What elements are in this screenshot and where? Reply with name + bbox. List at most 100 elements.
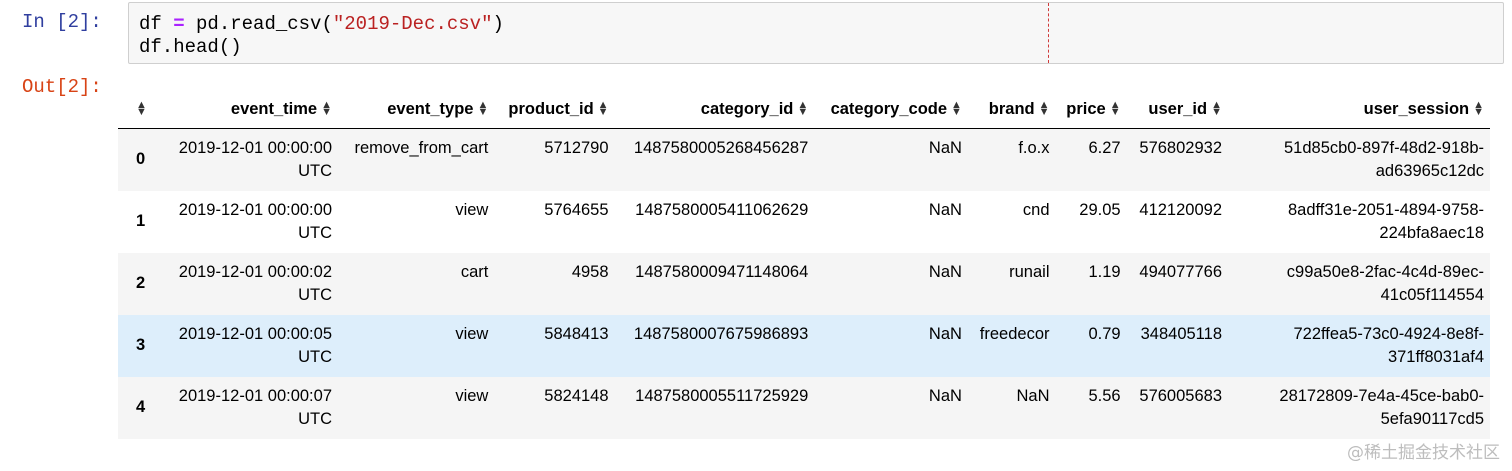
- cell-user-id: 412120092: [1139, 200, 1222, 219]
- cell-product-id: 5712790: [544, 139, 609, 157]
- cell-event-time: 2019-12-01 00:00:05 UTC: [178, 324, 332, 366]
- table-row: 1 2019-12-01 00:00:00 UTC view 5764655 1…: [118, 190, 1490, 253]
- cell-category-code: NaN: [928, 139, 962, 157]
- cell-user-session: c99a50e8-2fac-4c4d-89ec-41c05f114554: [1286, 262, 1484, 304]
- cell-price: 0.79: [1088, 324, 1121, 343]
- column-header-product-id[interactable]: product_id ▲ ▼: [494, 90, 615, 129]
- table-header: ▲ ▼ event_time ▲ ▼ event_type ▲ ▼ product_id ▲…: [118, 90, 1490, 129]
- column-header-label: price: [1066, 99, 1106, 118]
- cell-price: 1.19: [1088, 262, 1121, 281]
- cell-user-session: 8adff31e-2051-4894-9758-224bfa8aec18: [1287, 200, 1484, 242]
- sort-icon[interactable]: ▲ ▼: [1211, 100, 1222, 118]
- cell-category-id: 1487580005511725929: [635, 386, 809, 405]
- column-header-label: event_time: [230, 99, 318, 118]
- table-row: 0 2019-12-01 00:00:00 UTC remove_from_ca…: [118, 128, 1490, 191]
- line-length-ruler: [1048, 3, 1049, 63]
- cell-price: 29.05: [1079, 200, 1121, 219]
- row-index: 3: [136, 336, 146, 354]
- cell-event-time: 2019-12-01 00:00:07 UTC: [178, 386, 332, 428]
- column-header-label: user_id: [1148, 99, 1208, 118]
- column-header-price[interactable]: price ▲ ▼: [1055, 90, 1127, 129]
- code-token: df: [139, 13, 174, 35]
- cell-product-id: 5764655: [544, 200, 609, 219]
- output-prompt: Out[2]:: [22, 76, 102, 98]
- cell-product-id: 4958: [571, 262, 609, 281]
- column-header-label: user_session: [1363, 99, 1470, 118]
- cell-event-type: view: [455, 200, 489, 219]
- cell-event-time: 2019-12-01 00:00:00 UTC: [178, 200, 332, 242]
- code-line-1: df = pd.read_csv("2019-Dec.csv"): [139, 13, 504, 35]
- code-input-area[interactable]: df = pd.read_csv("2019-Dec.csv") df.head…: [128, 2, 1504, 64]
- cell-event-type: remove_from_cart: [354, 139, 489, 157]
- cell-category-code: NaN: [928, 386, 962, 405]
- column-header-event-time[interactable]: event_time ▲ ▼: [166, 90, 338, 129]
- sort-icon[interactable]: ▲ ▼: [477, 100, 488, 118]
- cell-product-id: 5824148: [544, 386, 609, 405]
- sort-icon[interactable]: ▲ ▼: [1473, 100, 1484, 118]
- cell-event-type: view: [455, 324, 489, 343]
- column-header-label: category_code: [830, 99, 948, 118]
- code-token: pd.read_csv(: [184, 13, 333, 35]
- cell-brand: f.o.x: [1018, 139, 1050, 157]
- sort-icon[interactable]: ▲ ▼: [1110, 100, 1121, 118]
- sort-icon[interactable]: ▲ ▼: [797, 100, 808, 118]
- column-header-category-code[interactable]: category_code ▲ ▼: [814, 90, 968, 129]
- cell-category-id: 1487580005268456287: [633, 139, 809, 157]
- cell-category-code: NaN: [928, 262, 962, 281]
- cell-brand: cnd: [1022, 200, 1050, 219]
- cell-user-session: 722ffea5-73c0-4924-8e8f-371ff8031af4: [1293, 324, 1484, 366]
- code-token: ): [492, 13, 504, 35]
- cell-user-id: 576802932: [1139, 139, 1222, 157]
- dataframe-table: ▲ ▼ event_time ▲ ▼ event_type ▲ ▼ product_id ▲…: [118, 90, 1490, 439]
- cell-price: 5.56: [1088, 386, 1121, 405]
- row-index: 2: [136, 274, 146, 292]
- cell-category-code: NaN: [928, 324, 962, 343]
- sort-icon[interactable]: ▲ ▼: [321, 100, 332, 118]
- cell-category-id: 1487580007675986893: [633, 324, 809, 343]
- table-row: 4 2019-12-01 00:00:07 UTC view 5824148 1…: [118, 376, 1490, 439]
- table-row: 2 2019-12-01 00:00:02 UTC cart 4958 1487…: [118, 252, 1490, 315]
- cell-brand: NaN: [1016, 386, 1050, 405]
- column-header-brand[interactable]: brand ▲ ▼: [967, 90, 1056, 129]
- code-token-operator: =: [173, 13, 185, 35]
- cell-user-session: 51d85cb0-897f-48d2-918b-ad63965c12dc: [1284, 139, 1484, 180]
- sort-icon[interactable]: ▲ ▼: [1039, 100, 1050, 118]
- table-body: 0 2019-12-01 00:00:00 UTC remove_from_ca…: [118, 128, 1490, 439]
- row-index: 4: [136, 398, 146, 416]
- row-index: 1: [136, 212, 146, 230]
- column-header-label: product_id: [508, 99, 594, 118]
- input-prompt: In [2]:: [22, 11, 102, 33]
- column-header-user-session[interactable]: user_session ▲ ▼: [1228, 90, 1490, 129]
- cell-event-type: cart: [460, 262, 489, 281]
- cell-brand: runail: [1009, 262, 1050, 281]
- cell-event-time: 2019-12-01 00:00:00 UTC: [178, 139, 332, 180]
- sort-icon[interactable]: ▲ ▼: [136, 100, 147, 118]
- cell-category-id: 1487580009471148064: [635, 262, 809, 281]
- header-row: ▲ ▼ event_time ▲ ▼ event_type ▲ ▼ product_id ▲…: [118, 90, 1490, 129]
- cell-user-id: 494077766: [1139, 262, 1222, 281]
- code-token-string: "2019-Dec.csv": [332, 13, 493, 35]
- cell-category-code: NaN: [928, 200, 962, 219]
- column-header-label: event_type: [387, 99, 474, 118]
- cell-brand: freedecor: [979, 324, 1050, 343]
- row-index: 0: [136, 150, 146, 169]
- sort-icon[interactable]: ▲ ▼: [598, 100, 609, 118]
- cell-user-session: 28172809-7e4a-45ce-bab0-5efa90117cd5: [1279, 386, 1484, 428]
- sort-icon[interactable]: ▲ ▼: [951, 100, 962, 118]
- cell-user-id: 576005683: [1139, 386, 1222, 405]
- cell-product-id: 5848413: [544, 324, 609, 343]
- cell-price: 6.27: [1088, 139, 1121, 157]
- index-header[interactable]: ▲ ▼: [118, 90, 166, 129]
- watermark: @稀土掘金技术社区: [1347, 443, 1500, 463]
- cell-user-id: 348405118: [1140, 324, 1222, 343]
- column-header-category-id[interactable]: category_id ▲ ▼: [614, 90, 815, 129]
- column-header-user-id[interactable]: user_id ▲ ▼: [1126, 90, 1228, 129]
- cell-category-id: 1487580005411062629: [635, 200, 809, 219]
- table-row-highlighted: 3 2019-12-01 00:00:05 UTC view 5848413 1…: [118, 314, 1490, 377]
- cell-event-type: view: [455, 386, 489, 405]
- column-header-event-type[interactable]: event_type ▲ ▼: [338, 90, 495, 129]
- column-header-label: category_id: [700, 99, 794, 118]
- column-header-label: brand: [988, 99, 1035, 118]
- code-line-2: df.head(): [139, 36, 242, 58]
- cell-event-time: 2019-12-01 00:00:02 UTC: [178, 262, 332, 304]
